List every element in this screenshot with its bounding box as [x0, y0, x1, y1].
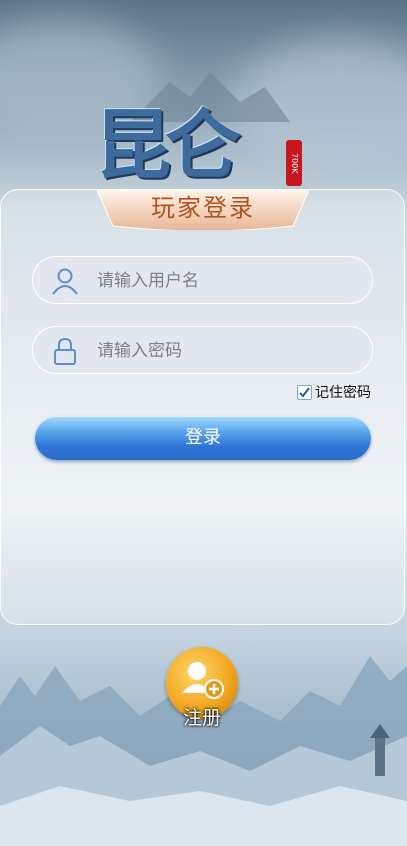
- register-label[interactable]: 注册: [166, 703, 238, 730]
- username-input[interactable]: [95, 257, 359, 305]
- username-field[interactable]: [32, 256, 373, 305]
- logo-text: 昆仑: [95, 101, 241, 190]
- remember-password-checkbox[interactable]: 记住密码: [297, 382, 371, 402]
- user-icon: [51, 267, 79, 295]
- login-button[interactable]: 登录: [35, 416, 371, 460]
- remember-password-label: 记住密码: [315, 385, 371, 401]
- password-field[interactable]: [32, 326, 373, 375]
- title-ribbon: 玩家登录: [97, 184, 309, 230]
- logo-badge: 700K: [286, 140, 302, 186]
- page-title: 玩家登录: [151, 194, 255, 222]
- login-panel: 玩家登录 记住密码 登录: [0, 189, 405, 625]
- game-logo: 昆仑 700K: [90, 62, 320, 192]
- checkbox-box[interactable]: [297, 384, 312, 400]
- lock-icon: [51, 337, 79, 365]
- password-input[interactable]: [95, 327, 359, 375]
- check-icon: [299, 386, 310, 398]
